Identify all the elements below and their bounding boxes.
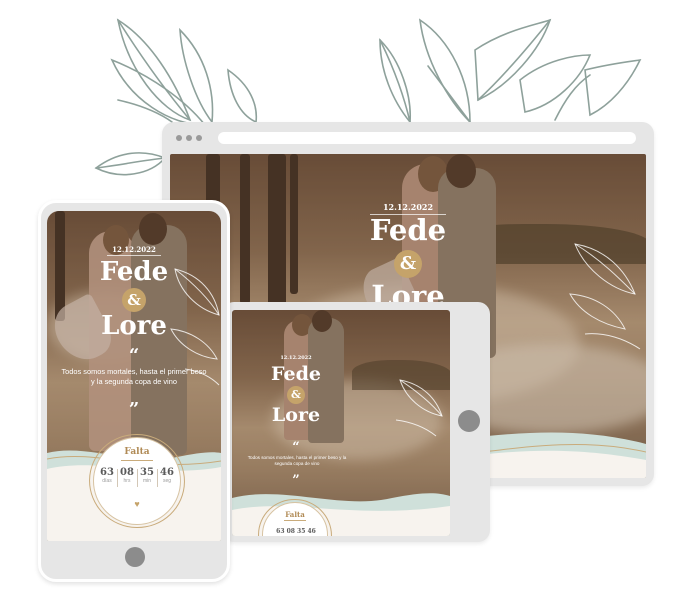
countdown-seconds: 46 seg	[160, 467, 174, 484]
wedding-date: 12.12.2022	[112, 245, 156, 254]
name-first: Fede	[369, 213, 447, 247]
phone-screen: 12.12.2022 Fede & Lore “ Todos somos mor…	[47, 211, 221, 541]
countdown-hours: 08 hrs	[120, 467, 134, 484]
name-second: Lore	[101, 311, 167, 341]
wedding-date: 12.12.2022	[280, 355, 312, 361]
countdown-minutes: 35 min	[140, 467, 154, 484]
name-first: Fede	[99, 257, 169, 287]
countdown-timer: 63 días 08 hrs 35 min 46 seg	[93, 467, 181, 489]
leaf-overlay-icon	[569, 243, 641, 350]
heart-icon: ♥	[134, 499, 140, 509]
leaf-overlay-icon	[395, 379, 443, 437]
countdown-values: 63 08 35 46	[276, 528, 316, 535]
name-second: Lore	[271, 404, 321, 426]
ampersand-badge: &	[287, 386, 305, 404]
tablet-mockup: 12.12.2022 Fede & Lore “ Todos somos mor…	[222, 302, 490, 542]
quote-text: Todos somos mortales, hasta el primer be…	[61, 367, 207, 386]
browser-toolbar	[162, 122, 654, 154]
ampersand-badge: &	[394, 250, 422, 278]
quote-text: Todos somos mortales, hasta el primer be…	[247, 455, 347, 467]
quote-open-icon: “	[128, 345, 140, 366]
tablet-home-button[interactable]	[458, 410, 480, 432]
phone-mockup: 12.12.2022 Fede & Lore “ Todos somos mor…	[38, 200, 230, 582]
quote-close-icon: ”	[128, 399, 140, 420]
name-first: Fede	[271, 363, 321, 385]
tablet-screen: 12.12.2022 Fede & Lore “ Todos somos mor…	[232, 310, 450, 536]
countdown-label: Falta	[285, 510, 305, 519]
wedding-date: 12.12.2022	[382, 202, 434, 212]
window-control-dot	[176, 135, 182, 141]
countdown-label: Falta	[124, 447, 150, 457]
window-control-dot	[196, 135, 202, 141]
window-control-dot	[186, 135, 192, 141]
quote-open-icon: “	[292, 440, 300, 455]
address-bar[interactable]	[218, 132, 636, 144]
phone-home-button[interactable]	[125, 547, 145, 567]
quote-close-icon: ”	[292, 473, 300, 488]
countdown-days: 63 días	[100, 467, 114, 484]
ampersand-badge: &	[122, 288, 146, 312]
